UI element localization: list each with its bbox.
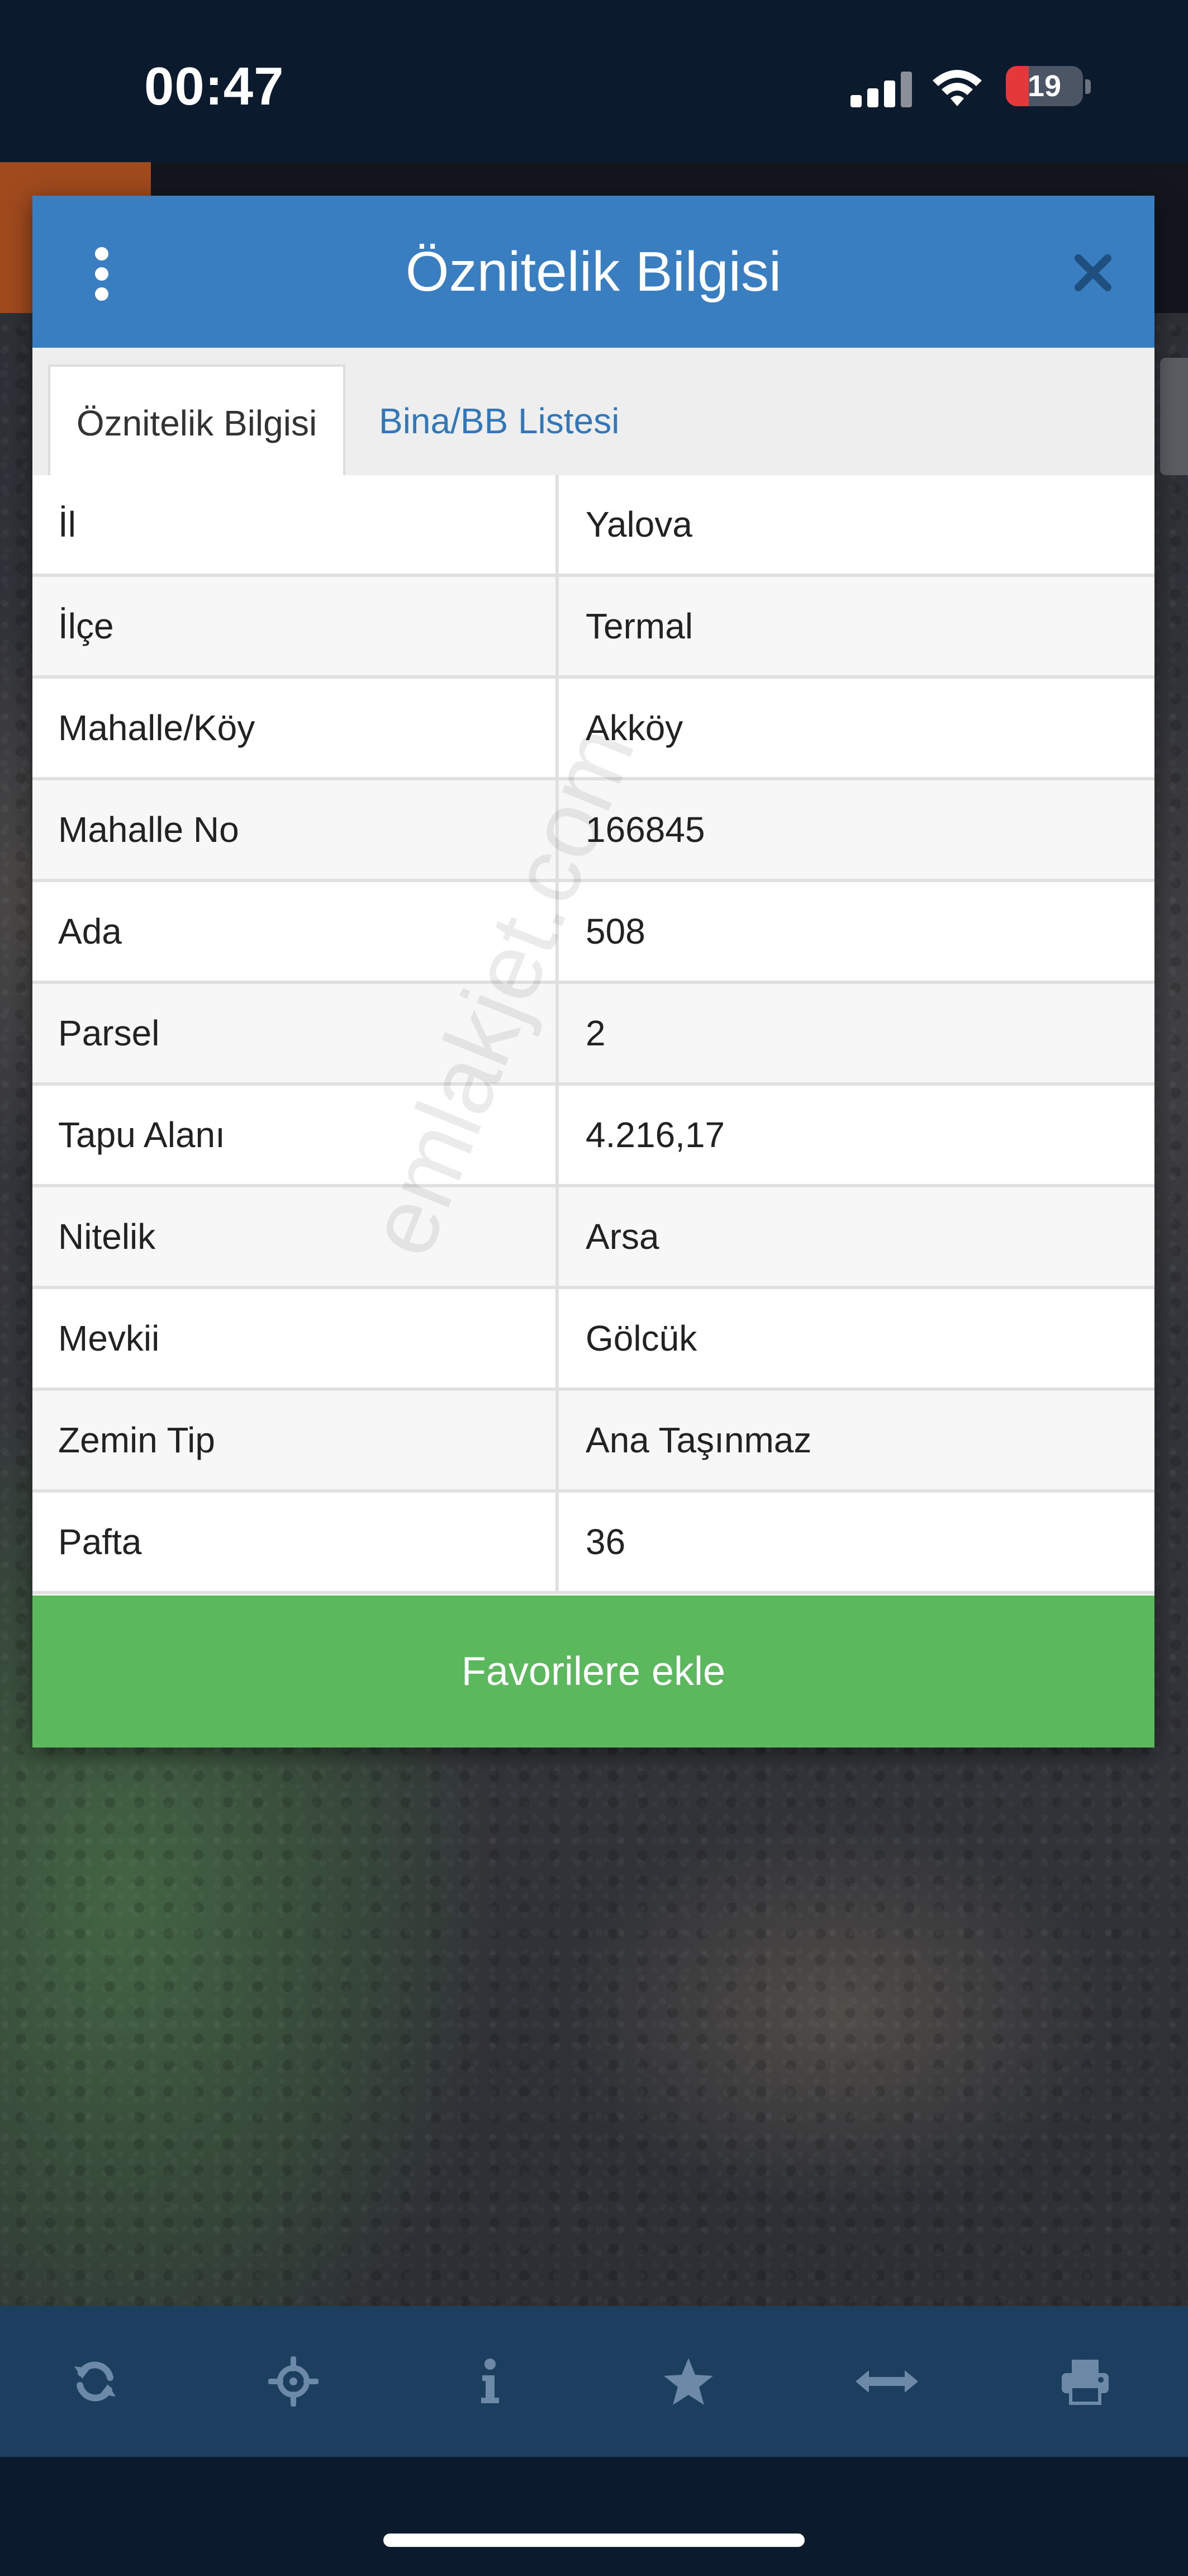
row-value: Arsa bbox=[586, 1216, 659, 1257]
row-value: 36 bbox=[586, 1522, 626, 1562]
battery-tip bbox=[1085, 79, 1091, 94]
row-value: 4.216,17 bbox=[586, 1115, 725, 1155]
measure-icon[interactable] bbox=[842, 2306, 932, 2457]
row-label: İl bbox=[32, 475, 559, 574]
home-indicator[interactable] bbox=[383, 2534, 805, 2547]
print-icon[interactable] bbox=[1040, 2306, 1130, 2457]
more-vertical-icon[interactable] bbox=[94, 247, 111, 301]
row-label: Mahalle/Köy bbox=[32, 679, 559, 777]
table-row: İl Yalova bbox=[32, 475, 1154, 577]
attribute-info-dialog: Öznitelik Bilgisi Öznitelik Bilgisi Bina… bbox=[32, 196, 1154, 1748]
locate-icon[interactable] bbox=[249, 2306, 338, 2457]
add-to-favorites-button[interactable]: Favorilere ekle bbox=[32, 1595, 1154, 1748]
battery-icon: 19 bbox=[1006, 66, 1083, 106]
dialog-title: Öznitelik Bilgisi bbox=[405, 240, 782, 303]
row-label: Tapu Alanı bbox=[32, 1086, 559, 1184]
attribute-table: İl Yalova İlçe Termal Mahalle/Köy Akköy … bbox=[32, 475, 1154, 1594]
row-label: Pafta bbox=[32, 1493, 559, 1591]
table-row: İlçe Termal bbox=[32, 577, 1154, 679]
tab-attribute-info[interactable]: Öznitelik Bilgisi bbox=[48, 364, 345, 477]
row-label: Parsel bbox=[32, 984, 559, 1082]
map-side-handle[interactable] bbox=[1160, 358, 1188, 475]
table-row: Tapu Alanı 4.216,17 bbox=[32, 1086, 1154, 1187]
dialog-header: Öznitelik Bilgisi bbox=[32, 196, 1154, 348]
row-label: Mevkii bbox=[32, 1289, 559, 1388]
battery-level: 19 bbox=[1027, 69, 1062, 103]
status-bar: 00:47 19 bbox=[0, 0, 1188, 162]
row-value: Termal bbox=[586, 606, 693, 646]
close-icon[interactable] bbox=[1071, 250, 1115, 295]
row-label: Mahalle No bbox=[32, 780, 559, 879]
info-icon[interactable] bbox=[445, 2306, 535, 2457]
row-value: Ana Taşınmaz bbox=[586, 1420, 812, 1460]
row-label: Zemin Tip bbox=[32, 1391, 559, 1489]
row-value: 2 bbox=[586, 1013, 606, 1053]
tab-bar: Öznitelik Bilgisi Bina/BB Listesi bbox=[32, 348, 1154, 477]
row-label: İlçe bbox=[32, 577, 559, 675]
wifi-icon bbox=[933, 70, 982, 106]
table-row: Pafta 36 bbox=[32, 1493, 1154, 1594]
status-time: 00:47 bbox=[144, 56, 284, 116]
table-row: Parsel 2 bbox=[32, 984, 1154, 1086]
row-value: Yalova bbox=[586, 504, 692, 544]
home-indicator-area bbox=[0, 2457, 1188, 2576]
bottom-toolbar bbox=[0, 2306, 1188, 2457]
table-row: Mevkii Gölcük bbox=[32, 1289, 1154, 1391]
table-row: Mahalle No 166845 bbox=[32, 780, 1154, 882]
refresh-icon[interactable] bbox=[50, 2306, 140, 2457]
row-value: 508 bbox=[586, 911, 645, 951]
row-value: 166845 bbox=[586, 809, 705, 850]
row-label: Ada bbox=[32, 882, 559, 981]
table-row: Zemin Tip Ana Taşınmaz bbox=[32, 1391, 1154, 1493]
tab-building-list[interactable]: Bina/BB Listesi bbox=[379, 364, 619, 477]
row-value: Gölcük bbox=[586, 1318, 697, 1358]
row-label: Nitelik bbox=[32, 1187, 559, 1286]
star-icon[interactable] bbox=[644, 2306, 733, 2457]
table-row: Mahalle/Köy Akköy bbox=[32, 679, 1154, 780]
signal-icon bbox=[850, 72, 912, 107]
row-value: Akköy bbox=[586, 708, 683, 748]
table-row: Ada 508 bbox=[32, 882, 1154, 984]
table-row: Nitelik Arsa bbox=[32, 1187, 1154, 1289]
